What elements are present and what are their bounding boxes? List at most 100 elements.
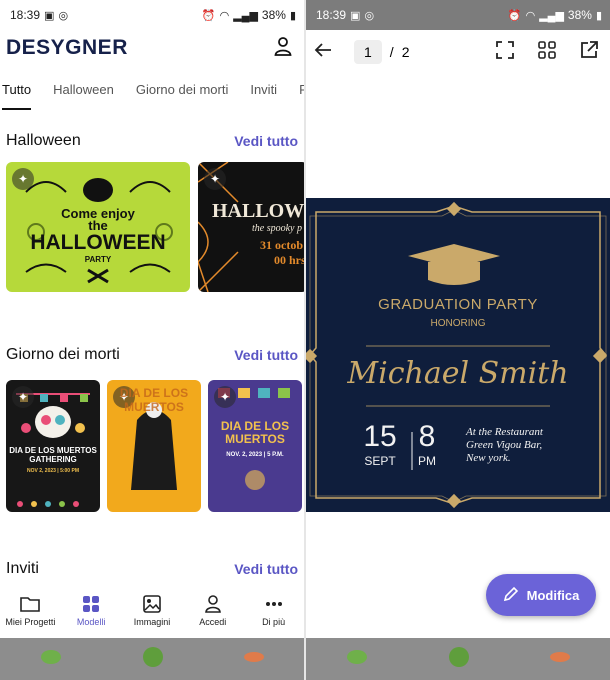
preview-screen: 18:39 ▣ ◎ ⏰ ◠ ▂▄▆ 38% ▮ 1 / 2 GRADUATION… (306, 0, 610, 680)
battery-percent: 38% (261, 8, 286, 22)
template-card-dead-3[interactable]: ✦ DIA DE LOS MUERTOS NOV. 2, 2023 | 5 P.… (208, 380, 302, 512)
recents-key-icon[interactable] (549, 650, 571, 668)
section-title: Giorno dei morti (6, 346, 120, 363)
tab-giorno-dei-morti[interactable]: Giorno dei morti (136, 76, 228, 110)
app-logo: DESYGNER (6, 36, 128, 59)
account-icon[interactable] (274, 36, 292, 61)
card-text: MUERTOS (124, 400, 184, 414)
bottom-navigation: Miei Progetti Modelli Immagini Accedi Di… (0, 583, 304, 638)
system-nav-bar (0, 638, 304, 680)
fullscreen-icon[interactable] (496, 40, 514, 64)
card-text: MUERTOS (225, 432, 285, 446)
tab-halloween[interactable]: Halloween (53, 76, 114, 110)
nav-accedi[interactable]: Accedi (183, 594, 243, 627)
template-card-dead-2[interactable]: ✦ DIA DE LOS MUERTOS (107, 380, 201, 512)
pencil-icon (503, 586, 519, 605)
dead-cards: ✦ DIA DE LOS MUERTOS GATHERING NOV 2, 20… (0, 376, 304, 512)
nav-immagini[interactable]: Immagini (122, 594, 182, 627)
card-text: NOV. 2, 2023 | 5 P.M. (226, 452, 284, 458)
tab-inviti[interactable]: Inviti (250, 76, 277, 110)
card-text: NOV 2, 2023 | 5:00 PM (27, 468, 79, 474)
edit-label: Modifica (526, 587, 580, 603)
nav-miei-progetti[interactable]: Miei Progetti (0, 594, 60, 627)
share-external-icon[interactable] (580, 40, 598, 64)
back-key-icon[interactable] (345, 649, 369, 670)
grid-icon (82, 594, 100, 614)
battery-percent: 38% (567, 8, 592, 22)
status-time: 18:39 (316, 8, 347, 22)
template-canvas: GRADUATION PARTY HONORING Michael Smith … (306, 74, 610, 640)
edit-button[interactable]: Modifica (486, 574, 596, 616)
invite-name: Michael Smith (347, 356, 569, 391)
card-text: 00 hrs (274, 253, 304, 267)
home-key-icon[interactable] (447, 646, 471, 673)
nav-label: Immagini (133, 617, 171, 627)
see-all-giorno-dei-morti[interactable]: Vedi tutto (234, 347, 298, 363)
page-indicator: 1 / 2 (354, 40, 409, 64)
card-text: 31 octob (260, 238, 303, 252)
back-key-icon[interactable] (39, 649, 63, 670)
card-text: HALLOW (212, 200, 304, 222)
whatsapp-icon: ◎ (58, 9, 69, 22)
gallery-icon: ▣ (44, 9, 55, 22)
battery-icon: ▮ (289, 9, 296, 22)
app-header: DESYGNER (0, 30, 304, 66)
invite-location: At the Restaurant (466, 426, 543, 438)
see-all-halloween[interactable]: Vedi tutto (234, 133, 298, 149)
system-nav-bar (306, 638, 610, 680)
nav-modelli[interactable]: Modelli (61, 594, 121, 627)
status-bar: 18:39 ▣ ◎ ⏰ ◠ ▂▄▆ 38% ▮ (0, 0, 304, 30)
alarm-icon: ⏰ (507, 9, 522, 22)
pages-grid-icon[interactable] (538, 40, 556, 64)
category-tabs: Tutto Halloween Giorno dei morti Inviti … (0, 76, 304, 110)
section-title: Halloween (6, 132, 81, 149)
nav-label: Accedi (199, 617, 227, 627)
page-separator: / (389, 44, 394, 60)
invite-hour: 8 (418, 420, 436, 453)
magic-icon: ✦ (214, 386, 236, 408)
template-card-dead-1[interactable]: ✦ DIA DE LOS MUERTOS GATHERING NOV 2, 20… (6, 380, 100, 512)
alarm-icon: ⏰ (201, 9, 216, 22)
invite-location: New york. (466, 452, 511, 464)
battery-icon: ▮ (595, 9, 602, 22)
viewer-toolbar: 1 / 2 (306, 30, 610, 74)
user-icon (204, 594, 221, 614)
tab-more[interactable]: Ri (299, 76, 304, 110)
more-icon (265, 594, 283, 614)
status-time: 18:39 (10, 8, 41, 22)
card-text: HALLOWEEN (30, 231, 166, 254)
template-card-halloween-2[interactable]: ✦ HALLOW the spooky p 31 octob 00 hrs (198, 162, 304, 292)
current-page[interactable]: 1 (354, 40, 382, 64)
back-arrow-icon[interactable] (314, 42, 332, 63)
card-text: PARTY (84, 255, 112, 264)
section-halloween-header: Halloween Vedi tutto (0, 130, 304, 152)
image-icon (143, 594, 161, 614)
nav-label: Modelli (76, 617, 106, 627)
whatsapp-icon: ◎ (364, 9, 375, 22)
see-all-inviti[interactable]: Vedi tutto (234, 561, 298, 577)
card-text: GATHERING (29, 455, 77, 464)
signal-icon: ▂▄▆ (539, 9, 564, 22)
magic-icon: ✦ (12, 168, 34, 190)
folder-icon (20, 594, 41, 614)
status-bar: 18:39 ▣ ◎ ⏰ ◠ ▂▄▆ 38% ▮ (306, 0, 610, 30)
total-pages: 2 (401, 44, 410, 60)
graduation-invite[interactable]: GRADUATION PARTY HONORING Michael Smith … (306, 198, 610, 512)
invite-location: Green Vigou Bar, (466, 439, 543, 451)
template-card-halloween-1[interactable]: ✦ Come enjoy the HALLOWEEN PARTY (6, 162, 190, 292)
halloween-cards: ✦ Come enjoy the HALLOWEEN PARTY ✦ HALLO… (0, 158, 304, 298)
invite-title: GRADUATION PARTY (378, 296, 538, 313)
section-dead-header: Giorno dei morti Vedi tutto (0, 344, 304, 366)
tab-tutto[interactable]: Tutto (2, 76, 32, 110)
magic-icon: ✦ (204, 168, 226, 190)
wifi-icon: ◠ (525, 9, 536, 22)
invite-month: SEPT (364, 454, 396, 468)
wifi-icon: ◠ (219, 9, 230, 22)
nav-di-piu[interactable]: Di più (244, 594, 304, 627)
home-key-icon[interactable] (141, 646, 165, 673)
card-text: DIA DE LOS (119, 386, 189, 400)
card-text: DIA DE LOS MUERTOS (9, 446, 97, 455)
signal-icon: ▂▄▆ (233, 9, 258, 22)
section-inviti-header: Inviti Vedi tutto (0, 558, 304, 580)
recents-key-icon[interactable] (243, 650, 265, 668)
